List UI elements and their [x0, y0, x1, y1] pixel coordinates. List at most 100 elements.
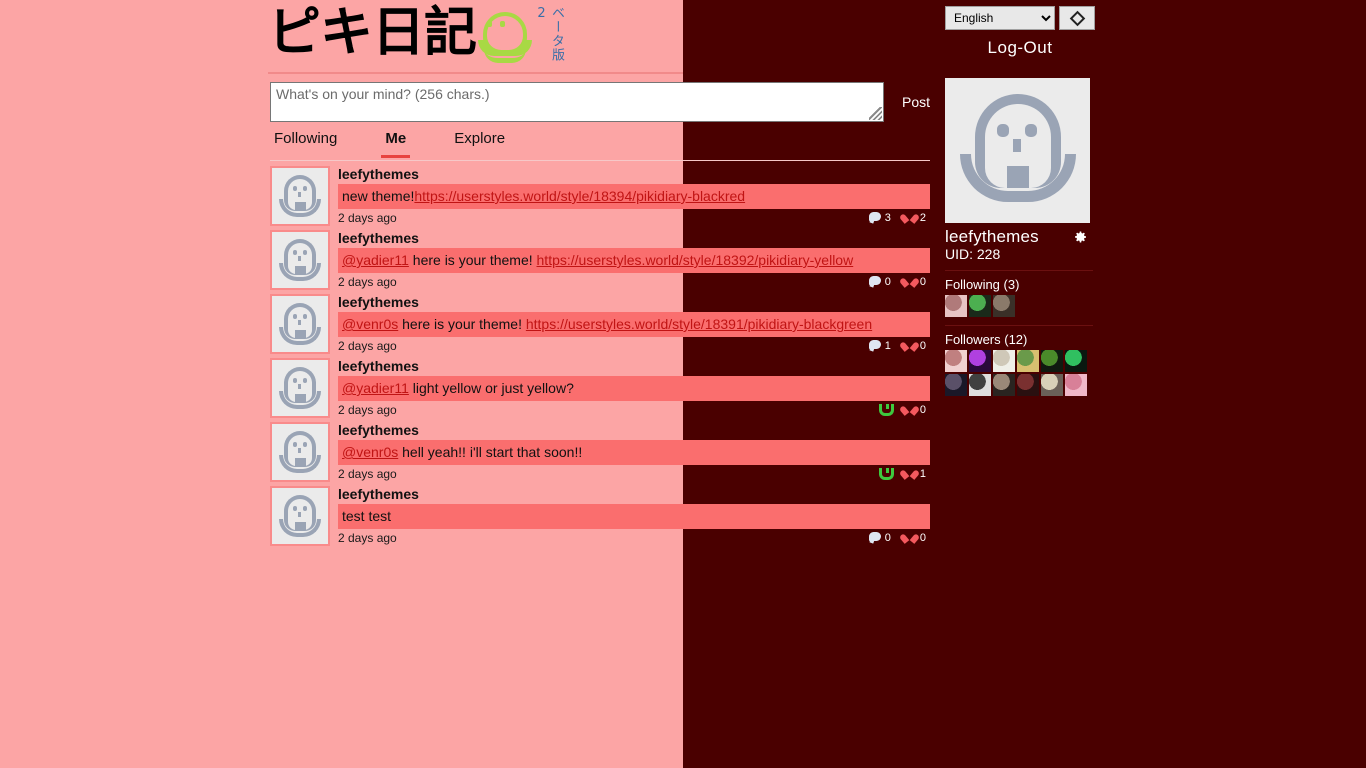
heart-icon [904, 276, 917, 288]
comment-bubble-icon [868, 532, 882, 544]
heart-icon [904, 468, 917, 480]
post-avatar[interactable] [270, 486, 330, 546]
gear-icon[interactable] [1074, 230, 1087, 244]
post-footer: 2 days ago 0 0 [338, 529, 930, 545]
follower-avatar-3[interactable] [993, 350, 1015, 372]
heart-icon [904, 404, 917, 416]
pikmin-face-icon [478, 10, 532, 68]
like-count: 0 [919, 404, 926, 416]
post-footer: 2 days ago 0 [338, 401, 930, 417]
comment-action[interactable]: 1 [868, 340, 891, 352]
like-count: 1 [919, 468, 926, 480]
like-action[interactable]: 1 [904, 468, 926, 480]
post-author[interactable]: leefythemes [338, 230, 930, 247]
post-mention[interactable]: @venr0s [342, 316, 398, 332]
follower-avatar-10[interactable] [1017, 374, 1039, 396]
like-action[interactable]: 0 [904, 404, 926, 416]
post-item: leefythemes @yadier11 light yellow or jus… [270, 358, 930, 418]
following-heading: Following (3) [945, 277, 1020, 292]
sidebar-divider-2 [945, 325, 1093, 326]
post-body: @venr0s hell yeah!! i'll start that soon… [338, 440, 930, 465]
post-item: leefythemes @venr0s hell yeah!! i'll star… [270, 422, 930, 482]
comment-action[interactable]: 3 [868, 212, 891, 224]
follower-avatar-5[interactable] [1041, 350, 1063, 372]
like-action[interactable]: 0 [904, 340, 926, 352]
post-timestamp: 2 days ago [338, 467, 397, 481]
like-action[interactable]: 2 [904, 212, 926, 224]
post-main: leefythemes @venr0s here is your theme! h… [338, 294, 930, 353]
follower-avatar-12[interactable] [1065, 374, 1087, 396]
post-mention[interactable]: @yadier11 [342, 380, 409, 396]
following-avatar-3[interactable] [993, 295, 1015, 317]
post-avatar[interactable] [270, 230, 330, 290]
comment-count: 1 [884, 340, 891, 352]
post-button[interactable]: Post [896, 86, 930, 118]
post-footer: 2 days ago 1 0 [338, 337, 930, 353]
logout-button[interactable]: Log-Out [945, 35, 1095, 61]
post-link[interactable]: https://userstyles.world/style/18391/pik… [526, 316, 872, 332]
follower-avatar-7[interactable] [945, 374, 967, 396]
heart-icon [904, 212, 917, 224]
post-mention[interactable]: @yadier11 [342, 252, 409, 268]
post-timestamp: 2 days ago [338, 339, 397, 353]
post-author[interactable]: leefythemes [338, 294, 930, 311]
heart-icon [904, 532, 917, 544]
like-count: 0 [919, 532, 926, 544]
post-actions: 0 [878, 404, 930, 416]
post-body: @venr0s here is your theme! https://user… [338, 312, 930, 337]
follower-avatar-1[interactable] [945, 350, 967, 372]
like-action[interactable]: 0 [904, 276, 926, 288]
post-main: leefythemes @yadier11 here is your theme!… [338, 230, 930, 289]
post-actions: 10 [868, 340, 930, 352]
post-link[interactable]: https://userstyles.world/style/18394/pik… [414, 188, 745, 204]
post-author[interactable]: leefythemes [338, 422, 930, 439]
comment-bubble-icon [868, 340, 882, 352]
like-count: 0 [919, 340, 926, 352]
follower-avatar-4[interactable] [1017, 350, 1039, 372]
tab-following[interactable]: Following [270, 128, 341, 155]
follower-avatar-9[interactable] [993, 374, 1015, 396]
post-mention[interactable]: @venr0s [342, 444, 398, 460]
comment-action[interactable]: 0 [868, 532, 891, 544]
post-avatar[interactable] [270, 358, 330, 418]
reply-action[interactable] [878, 468, 894, 480]
like-action[interactable]: 0 [904, 532, 926, 544]
post-avatar[interactable] [270, 166, 330, 226]
post-body: test test [338, 504, 930, 529]
tab-me[interactable]: Me [381, 128, 411, 158]
post-actions: 1 [878, 468, 930, 480]
following-avatar-1[interactable] [945, 295, 967, 317]
site-header: ピキ日記 ベータ版2 [0, 0, 1366, 74]
following-avatar-2[interactable] [969, 295, 991, 317]
post-timestamp: 2 days ago [338, 531, 397, 545]
comment-count: 3 [884, 212, 891, 224]
post-link[interactable]: https://userstyles.world/style/18392/pik… [537, 252, 854, 268]
post-avatar[interactable] [270, 294, 330, 354]
post-author[interactable]: leefythemes [338, 486, 930, 503]
reply-action[interactable] [878, 404, 894, 416]
follower-avatar-11[interactable] [1041, 374, 1063, 396]
follower-avatar-8[interactable] [969, 374, 991, 396]
follower-avatar-2[interactable] [969, 350, 991, 372]
like-count: 2 [919, 212, 926, 224]
post-footer: 2 days ago 0 0 [338, 273, 930, 289]
profile-name-row: leefythemes [945, 227, 1093, 247]
profile-username: leefythemes [945, 227, 1039, 246]
comment-bubble-icon [868, 212, 882, 224]
tab-explore[interactable]: Explore [450, 128, 509, 155]
compose-input[interactable] [271, 83, 883, 121]
post-author[interactable]: leefythemes [338, 166, 930, 183]
language-select[interactable]: English [945, 6, 1055, 30]
post-avatar[interactable] [270, 422, 330, 482]
post-author[interactable]: leefythemes [338, 358, 930, 375]
topbar-controls: English Log-Out [945, 6, 1095, 64]
profile-avatar[interactable] [945, 78, 1090, 223]
comment-action[interactable]: 0 [868, 276, 891, 288]
post-main: leefythemes @yadier11 light yellow or jus… [338, 358, 930, 417]
follower-avatar-6[interactable] [1065, 350, 1087, 372]
site-logo[interactable]: ピキ日記 ベータ版2 [268, 2, 588, 72]
post-actions: 32 [868, 212, 930, 224]
theme-toggle-button[interactable] [1059, 6, 1095, 30]
reply-arrow-icon [878, 404, 894, 416]
header-divider [268, 72, 1366, 74]
